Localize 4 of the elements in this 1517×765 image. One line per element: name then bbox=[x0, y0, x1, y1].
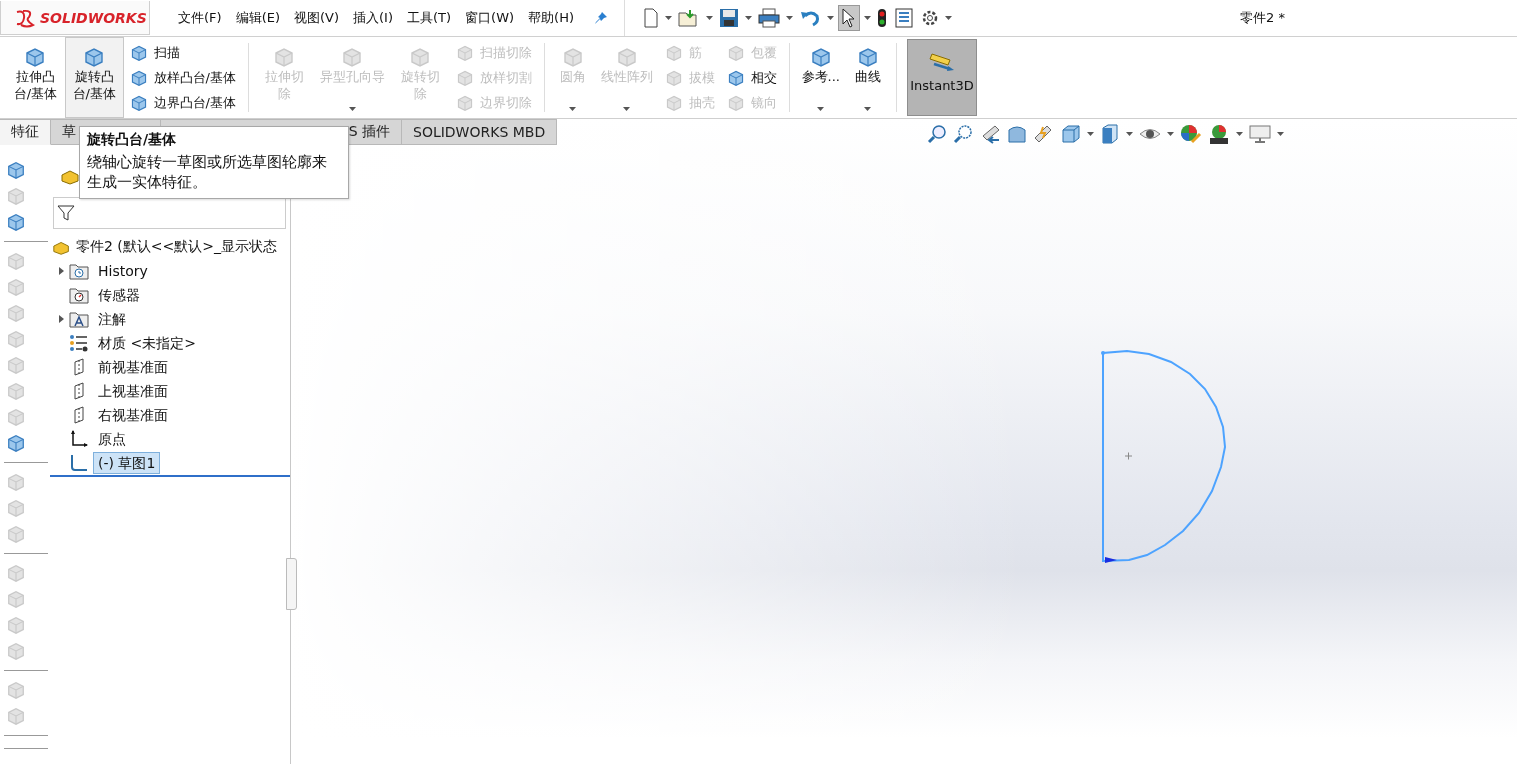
window-title: 零件2 * bbox=[1240, 9, 1285, 27]
logo-text: SOLIDWORKS bbox=[40, 9, 147, 26]
tooltip-text: 绕轴心旋转一草图或所选草图轮廓来生成一实体特征。 bbox=[87, 152, 328, 192]
tooltip-title: 旋转凸台/基体 bbox=[87, 131, 177, 149]
